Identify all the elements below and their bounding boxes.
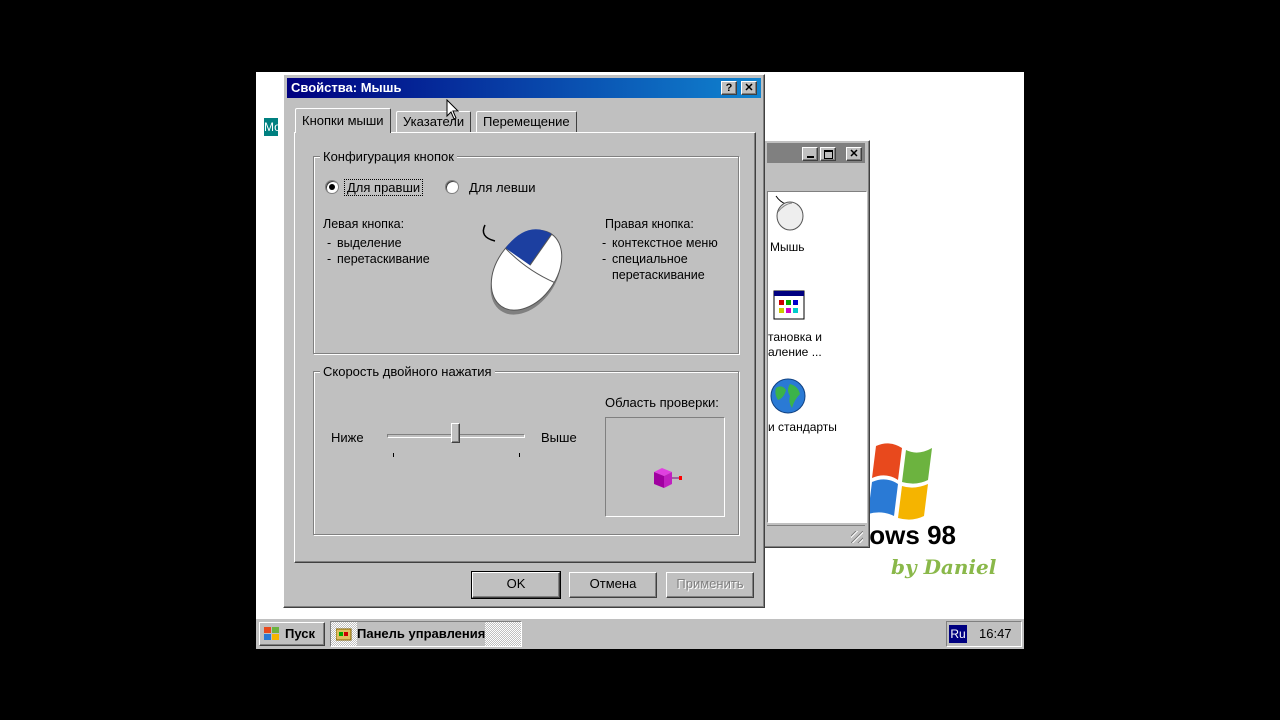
left-button-bullet: - — [327, 252, 332, 266]
fast-label: Выше — [541, 430, 577, 445]
maximize-button[interactable] — [820, 147, 836, 161]
close-icon: ✕ — [849, 148, 859, 160]
clock[interactable]: 16:47 — [979, 626, 1012, 641]
test-area[interactable] — [605, 417, 725, 517]
left-handed-label[interactable]: Для левши — [469, 180, 535, 195]
tab-motion[interactable]: Перемещение — [476, 111, 577, 133]
taskbar: Пуск Панель управления Ru 16:47 — [256, 618, 1024, 649]
right-handed-label[interactable]: Для правши — [344, 179, 424, 196]
icon-label-install: тановка и аление ... — [768, 330, 822, 359]
right-button-bullet: - — [602, 236, 607, 250]
install-programs-icon[interactable] — [770, 287, 810, 323]
language-indicator[interactable]: Ru — [949, 625, 967, 643]
close-button[interactable]: ✕ — [741, 81, 757, 95]
icon-label-mouse: Мышь — [770, 240, 805, 254]
globe-icon[interactable] — [768, 376, 808, 416]
right-handed-radio[interactable] — [325, 180, 339, 194]
jack-in-the-box-icon[interactable] — [652, 466, 684, 490]
tab-panel: Конфигурация кнопок Для правши Для левши… — [294, 132, 756, 563]
slider-tick — [519, 453, 520, 457]
minimize-button[interactable] — [802, 147, 818, 161]
taskbar-item-label: Панель управления — [357, 622, 486, 646]
right-button-title: Правая кнопка: — [605, 217, 694, 231]
close-button[interactable]: ✕ — [846, 147, 862, 161]
cancel-label: Отмена — [589, 576, 637, 591]
right-button-item: контекстное меню — [612, 236, 718, 250]
right-button-bullet: - — [602, 252, 607, 266]
slow-label: Ниже — [331, 430, 364, 445]
dialog-title: Свойства: Мышь — [291, 80, 402, 95]
left-button-item: выделение — [337, 236, 402, 250]
test-area-label: Область проверки: — [605, 395, 719, 410]
close-icon: ✕ — [744, 82, 754, 94]
dialog-titlebar[interactable]: Свойства: Мышь ? ✕ — [287, 78, 761, 98]
maximize-icon — [823, 150, 833, 159]
tab-buttons[interactable]: Кнопки мыши — [295, 108, 391, 133]
minimize-icon — [806, 156, 814, 158]
windows-flag-icon — [264, 627, 279, 640]
mouse-properties-dialog[interactable]: Свойства: Мышь ? ✕ Кнопки мыши Указатели… — [283, 74, 765, 608]
apply-button[interactable]: Применить — [666, 572, 754, 598]
cancel-button[interactable]: Отмена — [569, 572, 657, 598]
control-panel-window[interactable]: ✕ Мышь тановка и аление ... и стандарты — [764, 140, 870, 548]
icon-label-regional: и стандарты — [768, 420, 837, 434]
slider-thumb[interactable] — [451, 423, 460, 443]
desktop-side-label[interactable]: Мо — [264, 118, 278, 136]
radio-dot-icon — [329, 184, 335, 190]
tab-label: Перемещение — [483, 114, 570, 129]
taskbar-item-control-panel[interactable]: Панель управления — [330, 621, 522, 647]
slider-tick — [393, 453, 394, 457]
mouse-illustration-icon — [482, 224, 563, 315]
left-handed-radio[interactable] — [445, 180, 459, 194]
ok-label: OK — [506, 576, 526, 591]
start-label: Пуск — [285, 626, 315, 641]
windows-logo-icon — [868, 443, 932, 520]
start-button[interactable]: Пуск — [259, 622, 325, 646]
resize-grip-icon[interactable] — [851, 531, 863, 543]
speed-slider[interactable] — [387, 423, 527, 457]
icon-view[interactable]: Мышь тановка и аление ... и стандарты — [767, 191, 867, 523]
help-icon: ? — [725, 82, 733, 94]
button-config-group-label: Конфигурация кнопок — [320, 149, 457, 164]
mouse-icon[interactable] — [770, 194, 806, 232]
tab-label: Кнопки мыши — [302, 113, 384, 128]
right-button-item: специальное перетаскивание — [612, 252, 705, 282]
ok-button[interactable]: OK — [471, 571, 561, 599]
by-daniel-text: by Daniel — [891, 555, 997, 579]
system-tray: Ru 16:47 — [946, 621, 1022, 647]
double-click-group-label: Скорость двойного нажатия — [320, 364, 495, 379]
help-button[interactable]: ? — [721, 81, 737, 95]
control-panel-icon — [336, 628, 352, 641]
left-button-title: Левая кнопка: — [323, 217, 405, 231]
apply-label: Применить — [676, 576, 744, 591]
left-button-item: перетаскивание — [337, 252, 430, 266]
mouse-cursor-icon — [446, 99, 460, 120]
left-button-bullet: - — [327, 236, 332, 250]
